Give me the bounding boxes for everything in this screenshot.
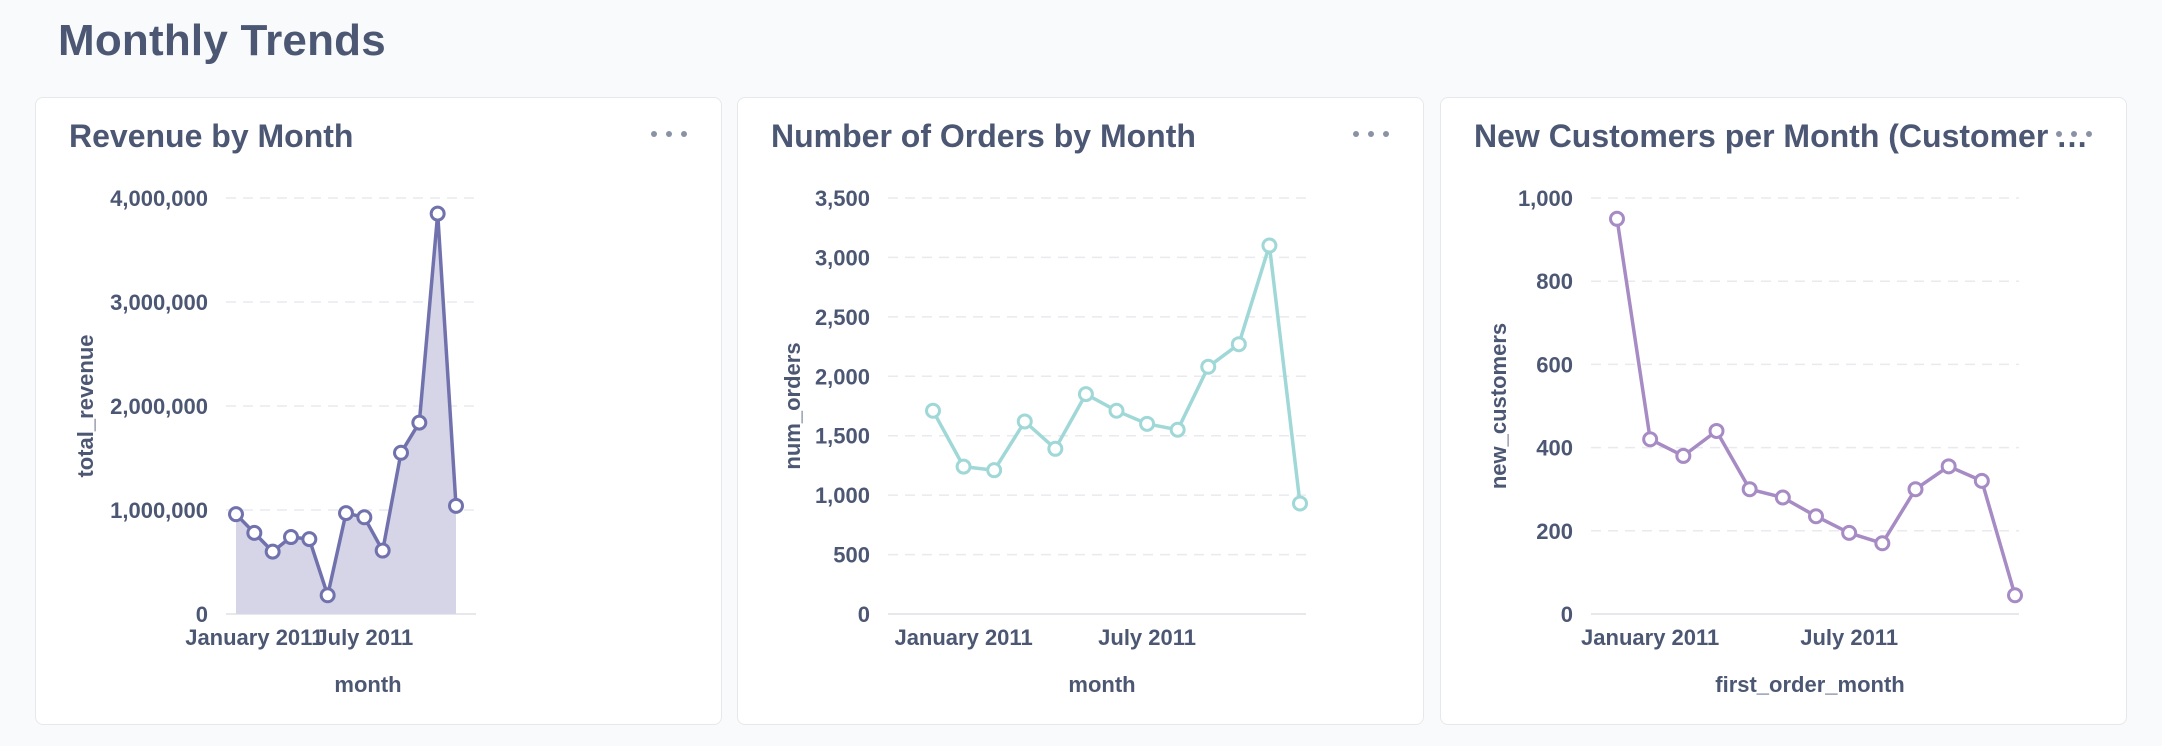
data-point[interactable] <box>429 205 446 222</box>
data-point[interactable] <box>2007 587 2023 604</box>
series-line[interactable] <box>1615 217 2017 598</box>
y-tick-label: 600 <box>1536 352 1573 377</box>
data-point[interactable] <box>283 529 299 546</box>
data-point[interactable] <box>1200 358 1217 375</box>
data-point[interactable] <box>338 505 354 522</box>
y-tick-label: 4,000,000 <box>110 186 208 211</box>
data-point[interactable] <box>356 509 373 526</box>
data-point[interactable] <box>448 497 464 514</box>
data-point[interactable] <box>1675 447 1692 464</box>
y-tick-label: 3,500 <box>815 186 870 211</box>
revenue-line-chart[interactable]: 0 1,000,000 2,000,000 3,000,000 4,000,000 Jan… <box>36 98 723 726</box>
x-tick-label: July 2011 <box>315 625 413 650</box>
y-tick-label: 3,000,000 <box>110 290 208 315</box>
y-tick-label: 1,000 <box>815 483 870 508</box>
data-point[interactable] <box>925 402 941 419</box>
y-tick-label: 3,000 <box>815 245 870 270</box>
data-point[interactable] <box>1808 508 1824 525</box>
y-axis-title: new_customers <box>1486 323 1511 489</box>
data-point[interactable] <box>1016 413 1033 430</box>
x-tick-label: January 2011 <box>1581 625 1719 650</box>
data-point[interactable] <box>228 506 244 523</box>
y-tick-label: 2,000 <box>815 364 870 389</box>
section-title: Monthly Trends <box>58 16 386 65</box>
data-point[interactable] <box>411 414 428 431</box>
data-point[interactable] <box>1841 524 1858 541</box>
x-axis-title: month <box>334 672 401 697</box>
y-tick-label: 200 <box>1536 519 1573 544</box>
data-point[interactable] <box>955 458 972 475</box>
data-point[interactable] <box>1940 458 1957 475</box>
card-new-customers-per-month[interactable]: New Customers per Month (Customer Acquis… <box>1440 97 2127 725</box>
y-tick-label: 0 <box>196 602 208 627</box>
series-line[interactable] <box>931 243 1302 506</box>
data-point[interactable] <box>1741 481 1758 498</box>
data-point[interactable] <box>264 543 281 560</box>
x-tick-label: January 2011 <box>185 625 323 650</box>
y-axis-title: num_orders <box>780 342 805 469</box>
x-axis-title: month <box>1068 672 1135 697</box>
data-point[interactable] <box>393 444 409 461</box>
card-orders-by-month[interactable]: Number of Orders by Month 0 500 1,000 1,500… <box>737 97 1424 725</box>
y-tick-label: 400 <box>1536 436 1573 461</box>
orders-line-chart[interactable]: 0 500 1,000 1,500 2,000 2,500 3,000 3,500 Januar… <box>738 98 1425 726</box>
data-point[interactable] <box>1642 431 1659 448</box>
y-tick-label: 1,500 <box>815 424 870 449</box>
data-point[interactable] <box>1609 210 1625 227</box>
y-tick-label: 500 <box>833 543 870 568</box>
data-point[interactable] <box>1047 440 1064 457</box>
x-tick-label: July 2011 <box>1800 625 1898 650</box>
data-point[interactable] <box>1230 336 1247 353</box>
y-tick-label: 1,000,000 <box>110 498 208 523</box>
x-tick-label: July 2011 <box>1098 625 1196 650</box>
y-tick-label: 800 <box>1536 269 1573 294</box>
y-tick-label: 0 <box>1561 602 1573 627</box>
data-point[interactable] <box>301 531 318 548</box>
data-point[interactable] <box>1708 422 1725 439</box>
data-point[interactable] <box>374 542 391 559</box>
y-tick-label: 0 <box>858 602 870 627</box>
data-point[interactable] <box>1973 472 1990 489</box>
data-point[interactable] <box>1261 237 1278 254</box>
data-point[interactable] <box>319 587 336 604</box>
x-axis-title: first_order_month <box>1715 672 1904 697</box>
data-point[interactable] <box>986 462 1003 479</box>
data-point[interactable] <box>246 524 263 541</box>
data-point[interactable] <box>1292 495 1308 512</box>
data-point[interactable] <box>1874 535 1891 552</box>
x-tick-label: January 2011 <box>894 625 1032 650</box>
card-revenue-by-month[interactable]: Revenue by Month 0 1,000,000 2,000,000 3,00… <box>35 97 722 725</box>
data-point[interactable] <box>1139 415 1156 432</box>
y-axis-title: total_revenue <box>73 334 98 477</box>
data-point[interactable] <box>1774 489 1791 506</box>
new-customers-line-chart[interactable]: 0 200 400 600 800 1,000 January 2011 July 2011 n… <box>1441 98 2128 726</box>
y-tick-label: 2,000,000 <box>110 394 208 419</box>
dashboard-page: Monthly Trends Revenue by Month 0 1,000,0… <box>0 0 2162 746</box>
data-point[interactable] <box>1169 421 1186 438</box>
y-tick-label: 2,500 <box>815 305 870 330</box>
data-point[interactable] <box>1077 386 1094 403</box>
data-point[interactable] <box>1907 481 1924 498</box>
y-tick-label: 1,000 <box>1518 186 1573 211</box>
data-point[interactable] <box>1108 402 1125 419</box>
